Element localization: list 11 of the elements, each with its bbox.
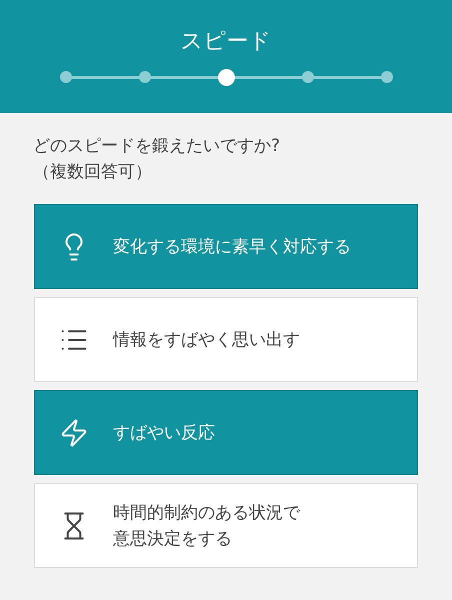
answer-option[interactable]: 情報をすばやく思い出す xyxy=(34,297,418,382)
answer-option[interactable]: すばやい反応 xyxy=(34,390,418,475)
option-label: すばやい反応 xyxy=(113,422,215,444)
question-text: どのスピードを鍛えたいですか? （複数回答可） xyxy=(32,135,282,184)
option-label: 情報をすばやく思い出す xyxy=(113,328,300,352)
answer-option[interactable]: 時間的制約のある状況で意思決定をする xyxy=(34,483,418,568)
answer-option[interactable]: 変化する環境に素早く対応する xyxy=(34,204,418,289)
option-label: 変化する環境に素早く対応する xyxy=(113,236,351,258)
option-label: 時間的制約のある状況で意思決定をする xyxy=(113,502,302,550)
lightning-icon xyxy=(59,418,89,448)
page-title: スピード xyxy=(180,28,272,56)
